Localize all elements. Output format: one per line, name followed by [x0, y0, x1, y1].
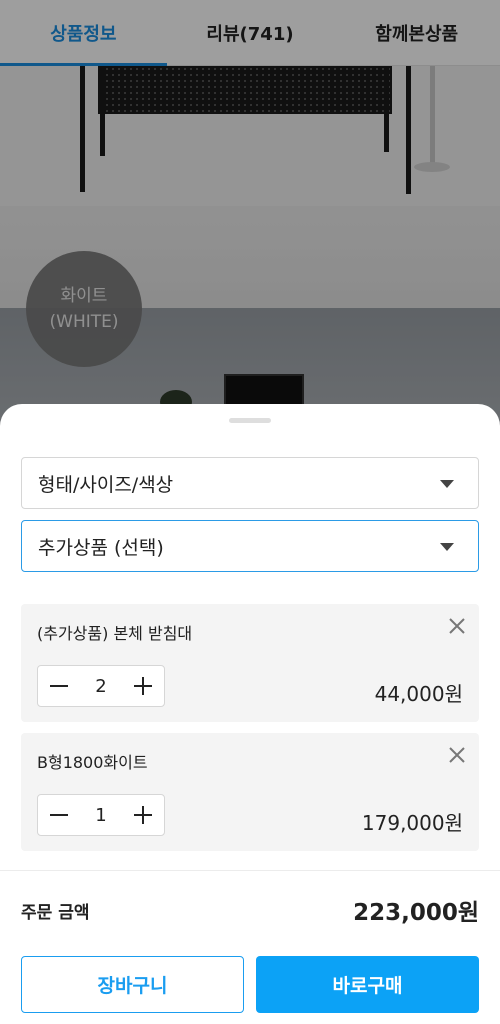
- selected-item-name: B형1800화이트: [37, 753, 148, 772]
- plus-icon[interactable]: [122, 795, 164, 835]
- order-total-label: 주문 금액: [21, 903, 90, 923]
- quantity-stepper: 2: [37, 665, 165, 707]
- selected-item: B형1800화이트 1 179,000원: [21, 733, 479, 851]
- minus-icon[interactable]: [38, 666, 80, 706]
- close-icon[interactable]: [447, 616, 467, 636]
- option-select-type[interactable]: 형태/사이즈/색상: [21, 457, 479, 509]
- dropdown-caret-icon: [440, 480, 454, 488]
- selected-item-price: 179,000원: [361, 811, 463, 835]
- buy-now-button[interactable]: 바로구매: [256, 956, 479, 1013]
- quantity-stepper: 1: [37, 794, 165, 836]
- option-bottom-sheet: 형태/사이즈/색상 추가상품 (선택) (추가상품) 본체 받침대 2 44,0…: [0, 404, 500, 1024]
- close-icon[interactable]: [447, 745, 467, 765]
- selected-item-price: 44,000원: [374, 682, 463, 706]
- divider: [0, 870, 500, 871]
- option-select-type-label: 형태/사이즈/색상: [38, 473, 174, 496]
- minus-icon[interactable]: [38, 795, 80, 835]
- option-select-addon[interactable]: 추가상품 (선택): [21, 520, 479, 572]
- selected-item-name: (추가상품) 본체 받침대: [37, 624, 193, 643]
- plus-icon[interactable]: [122, 666, 164, 706]
- selected-item: (추가상품) 본체 받침대 2 44,000원: [21, 604, 479, 722]
- sheet-drag-handle[interactable]: [229, 418, 271, 423]
- order-total-amount: 223,000원: [353, 900, 479, 926]
- add-to-cart-button[interactable]: 장바구니: [21, 956, 244, 1013]
- quantity-value[interactable]: 2: [80, 676, 122, 697]
- option-select-addon-label: 추가상품 (선택): [38, 536, 164, 559]
- dropdown-caret-icon: [440, 543, 454, 551]
- quantity-value[interactable]: 1: [80, 805, 122, 826]
